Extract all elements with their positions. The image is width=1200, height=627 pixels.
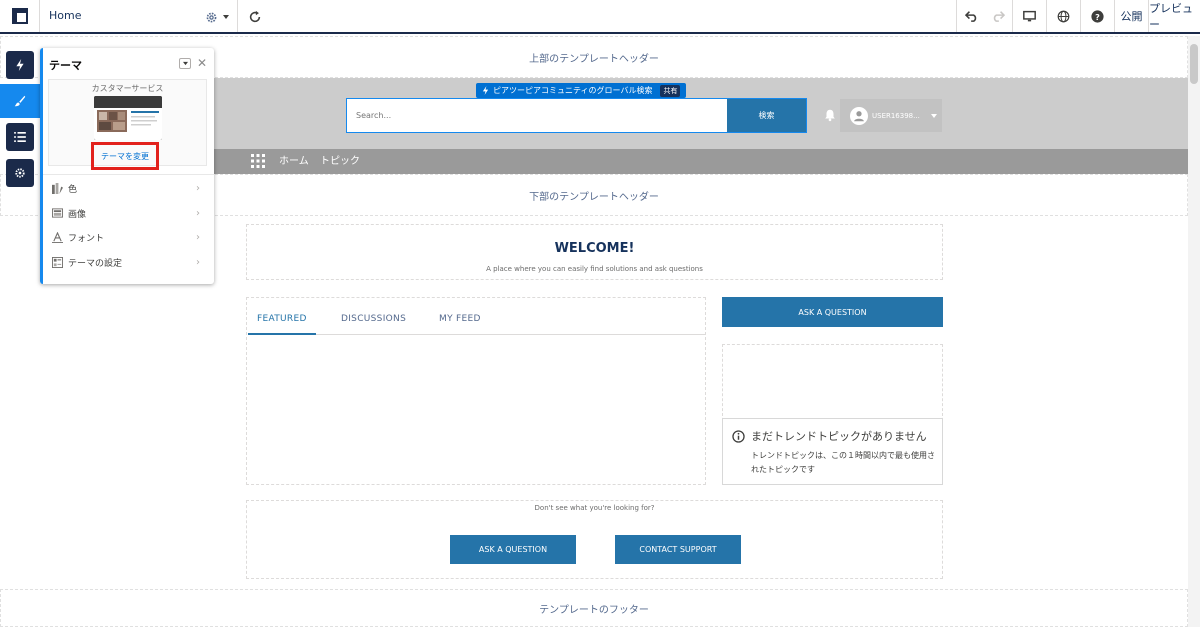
ask-question-button[interactable]: ASK A QUESTION	[722, 297, 943, 327]
rail-components-button[interactable]	[6, 51, 34, 79]
active-tab-indicator	[248, 333, 316, 335]
undo-redo-group	[956, 0, 1012, 32]
template-header-top-label: 上部のテンプレートヘッダー	[529, 53, 659, 65]
avatar	[850, 106, 868, 125]
page-selector[interactable]: Home	[49, 0, 81, 32]
theme-panel-dropdown-button[interactable]	[179, 58, 191, 69]
svg-text:?: ?	[1095, 11, 1100, 21]
redo-icon[interactable]	[991, 10, 1005, 22]
theme-item-colors[interactable]: 色 ›	[43, 177, 214, 199]
toolbar-actions: ? 公開 プレビュー	[956, 0, 1200, 32]
tab-featured[interactable]: FEATURED	[257, 314, 307, 324]
rail-settings-button[interactable]	[6, 159, 34, 187]
list-icon	[14, 132, 26, 142]
language-button[interactable]	[1046, 0, 1080, 32]
chevron-right-icon: ›	[196, 231, 200, 243]
settings-layout-icon	[51, 256, 63, 268]
contact-support-component[interactable]: Don't see what you're looking for? ASK A…	[246, 500, 943, 579]
contact-support-button[interactable]: CONTACT SUPPORT	[615, 535, 741, 564]
refresh-button[interactable]	[246, 8, 264, 26]
layout-icon	[11, 8, 28, 24]
template-footer-label: テンプレートのフッター	[539, 604, 649, 616]
shared-badge: 共有	[660, 84, 681, 97]
nav-item-home[interactable]: ホーム	[279, 149, 309, 174]
change-theme-link[interactable]: テーマを変更	[91, 142, 159, 170]
page-settings-button[interactable]	[205, 9, 231, 25]
toolbar-divider	[237, 0, 238, 32]
lightning-icon	[482, 86, 489, 95]
user-profile-menu[interactable]: USER16398...	[840, 99, 942, 132]
caret-down-icon	[930, 113, 937, 118]
theme-item-settings[interactable]: テーマの設定 ›	[43, 251, 214, 273]
help-button[interactable]: ?	[1080, 0, 1114, 32]
rail-page-structure-button[interactable]	[6, 123, 34, 151]
user-icon	[854, 110, 864, 121]
gear-icon	[15, 168, 25, 178]
chevron-right-icon: ›	[196, 256, 200, 268]
app-launcher-icon[interactable]	[251, 154, 265, 168]
preview-button[interactable]: プレビュー	[1148, 0, 1200, 32]
color-palette-icon	[51, 182, 63, 194]
trending-empty-description: トレンドトピックは、この１時間以内で最も使用されたトピックです	[751, 451, 935, 474]
close-icon[interactable]: ✕	[197, 56, 207, 70]
globe-icon	[1057, 10, 1070, 22]
refresh-icon	[249, 10, 261, 23]
brush-icon	[14, 95, 26, 107]
support-ask-question-button[interactable]: ASK A QUESTION	[450, 535, 576, 564]
theme-panel-title: テーマ	[49, 59, 82, 72]
device-preview-button[interactable]	[1012, 0, 1046, 32]
trending-topics-empty-card: まだトレンドトピックがありません トレンドトピックは、この１時間以内で最も使用さ…	[722, 418, 943, 485]
search-button[interactable]: 検索	[727, 99, 806, 132]
feed-component[interactable]: FEATURED DISCUSSIONS MY FEED	[246, 297, 706, 485]
theme-panel-accent	[40, 48, 43, 284]
publish-button[interactable]: 公開	[1114, 0, 1148, 32]
tab-divider	[248, 334, 706, 335]
tab-discussions[interactable]: DISCUSSIONS	[341, 314, 406, 324]
caret-down-icon	[182, 61, 188, 66]
welcome-subtitle: A place where you can easily find soluti…	[486, 265, 703, 273]
theme-thumbnail	[94, 96, 162, 140]
search-component-tag[interactable]: ピアツーピアコミュニティのグローバル検索 共有	[476, 83, 687, 98]
welcome-component[interactable]: WELCOME! A place where you can easily fi…	[246, 224, 943, 280]
theme-panel-divider	[43, 174, 214, 175]
layout-menu-button[interactable]	[0, 0, 40, 32]
theme-preview-image	[94, 96, 162, 140]
search-input[interactable]	[348, 100, 726, 131]
support-question: Don't see what you're looking for?	[534, 504, 655, 512]
chevron-right-icon: ›	[196, 207, 200, 219]
welcome-title: WELCOME!	[554, 241, 635, 256]
current-theme-name: カスタマーサービス	[91, 84, 164, 93]
desktop-icon	[1023, 10, 1036, 21]
tab-my-feed[interactable]: MY FEED	[439, 314, 481, 324]
theme-item-images[interactable]: 画像 ›	[43, 202, 214, 224]
theme-item-label: フォント	[68, 233, 105, 244]
template-header-bottom-label: 下部のテンプレートヘッダー	[529, 191, 659, 203]
template-footer[interactable]: テンプレートのフッター	[0, 589, 1188, 627]
notification-bell-icon[interactable]	[823, 108, 837, 122]
font-icon	[51, 231, 63, 243]
user-name: USER16398...	[872, 111, 920, 120]
chevron-right-icon: ›	[196, 182, 200, 194]
info-icon	[732, 430, 745, 443]
image-icon	[51, 207, 63, 219]
theme-item-fonts[interactable]: フォント ›	[43, 226, 214, 248]
caret-down-icon	[223, 15, 229, 19]
builder-toolbar: Home ? 公開 プレビュー	[0, 0, 1200, 34]
help-icon: ?	[1091, 9, 1104, 23]
canvas-scrollbar[interactable]	[1188, 36, 1200, 627]
lightning-icon	[16, 59, 24, 71]
scrollbar-thumb[interactable]	[1190, 44, 1198, 84]
search-tag-label: ピアツーピアコミュニティのグローバル検索	[493, 86, 653, 95]
theme-item-label: 画像	[68, 209, 87, 220]
trending-empty-title: まだトレンドトピックがありません	[751, 430, 927, 443]
theme-item-label: テーマの設定	[68, 258, 123, 269]
navigation-menu	[214, 149, 1188, 174]
gear-icon	[206, 12, 217, 22]
undo-icon[interactable]	[964, 10, 979, 22]
theme-item-label: 色	[68, 184, 78, 195]
rail-theme-button[interactable]	[6, 87, 34, 115]
nav-item-topics[interactable]: トピック	[320, 149, 360, 174]
